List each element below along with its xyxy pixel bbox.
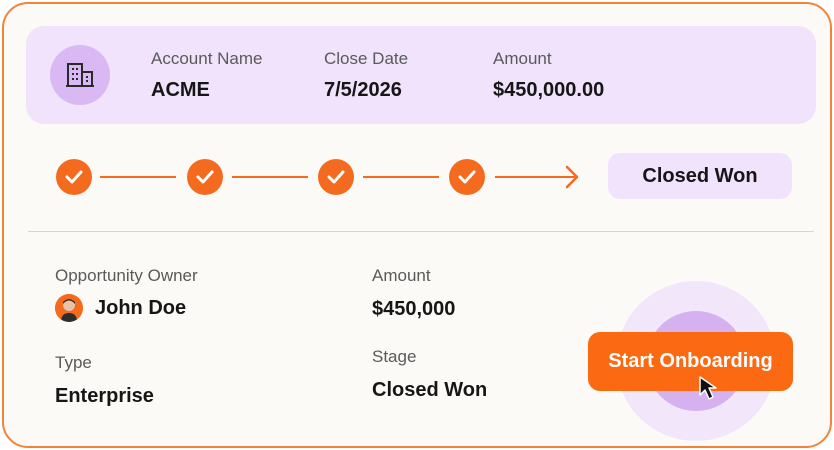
type-value: Enterprise (55, 385, 154, 407)
stage-label: Stage (372, 347, 417, 366)
close-date-value: 7/5/2026 (324, 79, 402, 101)
step-1-complete (56, 159, 92, 195)
detail-amount-field: Amount $450,000 (372, 266, 455, 321)
avatar (55, 294, 83, 322)
arrow-right-icon (565, 165, 579, 189)
building-icon (66, 63, 94, 87)
step-arrow-line (495, 176, 575, 178)
opportunity-card: Account Name ACME Close Date 7/5/2026 Am… (2, 2, 832, 448)
close-date-label: Close Date (324, 49, 409, 68)
checkmark-icon (196, 170, 214, 184)
opportunity-owner-name: John Doe (95, 296, 187, 319)
step-3-complete (318, 159, 354, 195)
checkmark-icon (458, 170, 476, 184)
summary-amount-value: $450,000.00 (493, 79, 605, 101)
checkmark-icon (65, 170, 83, 184)
type-field: Type Enterprise (55, 353, 154, 408)
detail-amount-value: $450,000 (372, 298, 456, 320)
summary-amount-label: Amount (493, 49, 552, 68)
start-onboarding-button[interactable]: Start Onboarding (588, 332, 793, 391)
summary-amount-field: Amount $450,000.00 (493, 49, 604, 102)
step-2-complete (187, 159, 223, 195)
stage-progress (56, 159, 586, 195)
step-connector (363, 176, 439, 178)
step-connector (232, 176, 308, 178)
detail-amount-label: Amount (372, 266, 431, 285)
current-stage-badge: Closed Won (608, 153, 792, 199)
type-label: Type (55, 353, 92, 372)
account-name-label: Account Name (151, 49, 263, 68)
account-icon-badge (50, 45, 110, 105)
user-avatar-icon (55, 294, 83, 322)
step-connector (100, 176, 176, 178)
account-name-value: ACME (151, 79, 210, 101)
step-4-complete (449, 159, 485, 195)
stage-value: Closed Won (372, 379, 488, 401)
account-summary-panel: Account Name ACME Close Date 7/5/2026 Am… (26, 26, 816, 124)
close-date-field: Close Date 7/5/2026 (324, 49, 408, 102)
opportunity-owner-label: Opportunity Owner (55, 266, 198, 285)
account-name-field: Account Name ACME (151, 49, 263, 102)
stage-field: Stage Closed Won (372, 347, 487, 402)
mouse-pointer-icon (699, 376, 717, 400)
section-divider (28, 231, 814, 232)
opportunity-owner-field: Opportunity Owner John Doe (55, 266, 198, 322)
checkmark-icon (327, 170, 345, 184)
